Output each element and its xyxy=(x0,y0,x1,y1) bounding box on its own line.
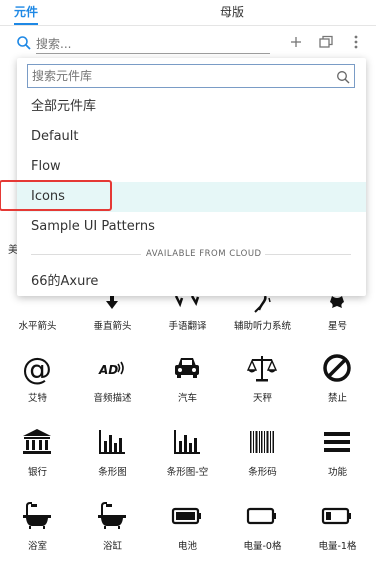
bar-chart-outline-icon xyxy=(170,426,204,460)
bathtub-icon xyxy=(20,500,54,534)
battery-empty-icon xyxy=(245,500,279,534)
copy-library-icon[interactable] xyxy=(318,34,336,52)
add-library-icon[interactable] xyxy=(288,34,306,52)
library-option-all[interactable]: 全部元件库 xyxy=(17,92,366,122)
cloud-divider-label: AVAILABLE FROM CLOUD xyxy=(143,249,265,259)
bath-icon xyxy=(95,500,129,534)
widget-label: 音频描述 xyxy=(93,393,132,404)
library-search-input[interactable] xyxy=(32,68,332,84)
widget-label: 条形图 xyxy=(98,467,127,478)
widget-label: 电量-1格 xyxy=(318,541,357,552)
widget-label: 条形码 xyxy=(248,467,277,478)
bank-icon xyxy=(20,426,54,460)
battery-full-icon xyxy=(170,500,204,534)
widget-label: 功能 xyxy=(327,467,347,478)
widget-label: 电量-0格 xyxy=(243,541,282,552)
library-option-cloud[interactable]: 66的Axure xyxy=(17,267,366,297)
bar-chart-icon xyxy=(95,426,129,460)
svg-text:AD: AD xyxy=(98,363,118,377)
horizontal-arrow-icon xyxy=(28,296,48,315)
ban-icon xyxy=(320,352,354,386)
barcode-icon xyxy=(245,426,279,460)
library-option-default[interactable]: Default xyxy=(17,122,366,152)
widget-label: 银行 xyxy=(27,467,47,478)
widget-label: 条形图-空 xyxy=(166,467,209,478)
balance-scale-icon xyxy=(245,352,279,386)
highlight-annotation xyxy=(0,180,112,211)
widget-label: 星号 xyxy=(327,321,347,332)
widget-label: 水平箭头 xyxy=(18,321,57,332)
library-option-sample-ui-patterns[interactable]: Sample UI Patterns xyxy=(17,212,366,242)
widget-label: 手语翻译 xyxy=(168,321,207,332)
library-option-flow[interactable]: Flow xyxy=(17,152,366,182)
search-icon xyxy=(336,69,350,88)
widget-label: 艾特 xyxy=(27,393,47,404)
at-sign-icon: @ xyxy=(20,352,54,387)
widget-toolbar xyxy=(0,26,376,62)
library-search-box[interactable] xyxy=(27,64,355,88)
cloud-divider: AVAILABLE FROM CLOUD xyxy=(31,249,351,259)
car-icon xyxy=(170,352,204,386)
search-icon xyxy=(16,35,32,55)
svg-text:@: @ xyxy=(22,352,52,386)
audio-description-icon: AD xyxy=(95,352,129,386)
widget-label: 浴室 xyxy=(27,541,47,552)
widget-label: 垂直箭头 xyxy=(93,321,132,332)
more-options-icon[interactable] xyxy=(348,34,366,52)
widget-label: 汽车 xyxy=(177,393,197,404)
tab-widgets[interactable]: 元件 xyxy=(14,3,38,20)
widget-label: 浴缸 xyxy=(102,541,122,552)
library-dropdown: 全部元件库 Default Flow Icons Sample UI Patte… xyxy=(17,58,366,296)
tab-masters[interactable]: 母版 xyxy=(220,3,244,20)
widget-search-input[interactable] xyxy=(36,34,270,54)
widget-label: 电池 xyxy=(177,541,197,552)
battery-quarter-icon xyxy=(320,500,354,534)
active-tab-indicator xyxy=(14,23,38,25)
widget-label: 天秤 xyxy=(252,393,272,404)
widget-label: 辅助听力系统 xyxy=(233,321,291,332)
menu-bars-icon xyxy=(320,426,354,460)
widget-label: 禁止 xyxy=(327,393,347,404)
panel-tabs: 元件 母版 xyxy=(0,0,376,26)
